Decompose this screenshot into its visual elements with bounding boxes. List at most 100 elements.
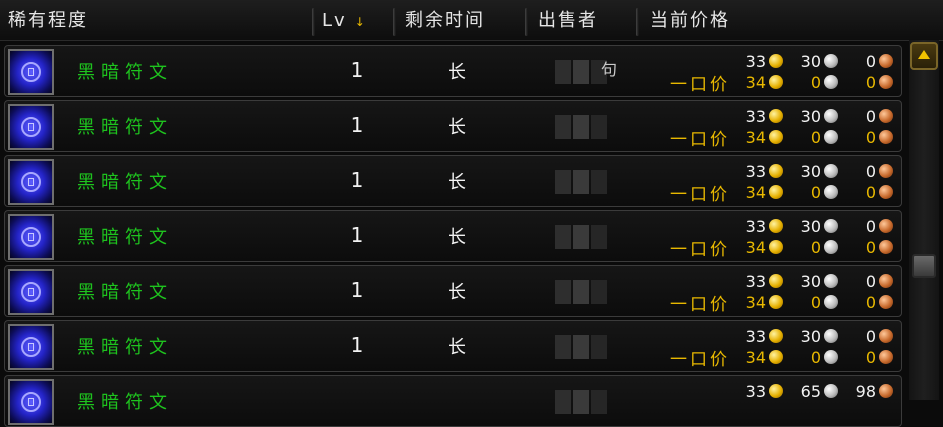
item-level: 1: [350, 113, 364, 137]
item-level: 1: [350, 168, 364, 192]
price-block: 33 30 0 一口价 34 0 0: [645, 50, 895, 95]
auction-row[interactable]: 黑暗符文 1 长句 33 30 0 一口价 34 0 0: [4, 45, 902, 97]
column-level[interactable]: Lv ↓: [322, 6, 365, 36]
buyout-gold: 34: [745, 127, 766, 147]
rune-icon[interactable]: [8, 269, 54, 315]
buyout-copper: 0: [865, 182, 876, 202]
gold-coin-icon: [769, 384, 783, 398]
auction-row[interactable]: 黑暗符文 1 长 33 30 0 一口价 34 0 0: [4, 210, 902, 262]
auction-row[interactable]: 黑暗符文 1 长 33 30 0 一口价 34 0 0: [4, 320, 902, 372]
bid-gold: 33: [745, 106, 766, 126]
buyout-label: 一口价: [670, 239, 730, 260]
rune-icon[interactable]: [8, 49, 54, 95]
gold-coin-icon: [769, 164, 783, 178]
price-block: 33 30 0 一口价 34 0 0: [645, 325, 895, 370]
rune-icon[interactable]: [8, 159, 54, 205]
column-seller[interactable]: 出售者: [538, 6, 598, 36]
gold-coin-icon: [769, 274, 783, 288]
copper-coin-icon: [879, 75, 893, 89]
seller-name-blurred: [551, 115, 621, 139]
column-divider: [312, 8, 315, 36]
copper-coin-icon: [879, 295, 893, 309]
auction-row[interactable]: 黑暗符文 1 长 33 30 0 一口价 34 0 0: [4, 265, 902, 317]
buyout-copper: 0: [865, 347, 876, 367]
buyout-gold: 34: [745, 182, 766, 202]
gold-coin-icon: [769, 75, 783, 89]
bid-silver: 30: [800, 271, 821, 291]
gold-coin-icon: [769, 219, 783, 233]
column-time-left[interactable]: 剩余时间: [405, 6, 485, 36]
rune-icon[interactable]: [8, 379, 54, 425]
column-current-price[interactable]: 当前价格: [650, 6, 730, 36]
auction-row[interactable]: 黑暗符文 33 65 98: [4, 375, 902, 427]
item-level: 1: [350, 278, 364, 302]
bid-copper: 98: [855, 381, 876, 401]
gold-coin-icon: [769, 295, 783, 309]
price-block: 33 30 0 一口价 34 0 0: [645, 270, 895, 315]
buyout-price: 一口价 34 0 0: [670, 237, 895, 260]
scrollbar-thumb[interactable]: [912, 254, 936, 278]
silver-coin-icon: [824, 295, 838, 309]
gold-coin-icon: [769, 240, 783, 254]
buyout-price: 一口价 34 0 0: [670, 292, 895, 315]
time-left: 长: [448, 282, 466, 303]
bid-copper: 0: [865, 216, 876, 236]
column-rarity-label: 稀有程度: [8, 10, 88, 31]
gold-coin-icon: [769, 329, 783, 343]
scrollbar-track[interactable]: [909, 40, 939, 400]
seller-name-tail: 句: [601, 60, 618, 79]
bid-copper: 0: [865, 326, 876, 346]
price-block: 33 30 0 一口价 34 0 0: [645, 105, 895, 150]
bid-silver: 30: [800, 51, 821, 71]
silver-coin-icon: [824, 329, 838, 343]
column-rarity[interactable]: 稀有程度: [8, 6, 88, 36]
item-name[interactable]: 黑暗符文: [77, 278, 173, 304]
item-level: 1: [350, 223, 364, 247]
buyout-price: 一口价 34 0 0: [670, 347, 895, 370]
silver-coin-icon: [824, 75, 838, 89]
item-name[interactable]: 黑暗符文: [77, 168, 173, 194]
buyout-copper: 0: [865, 292, 876, 312]
bid-gold: 33: [745, 161, 766, 181]
bid-price: 33 30 0: [736, 106, 895, 126]
rune-icon[interactable]: [8, 324, 54, 370]
bid-price: 33 30 0: [736, 271, 895, 291]
buyout-silver: 0: [810, 292, 821, 312]
silver-coin-icon: [824, 384, 838, 398]
seller-name-blurred: [551, 170, 621, 194]
time-left: 长: [448, 337, 466, 358]
price-block: 33 30 0 一口价 34 0 0: [645, 215, 895, 260]
bid-silver: 30: [800, 161, 821, 181]
buyout-copper: 0: [865, 237, 876, 257]
scroll-up-arrow-icon[interactable]: [910, 42, 938, 70]
copper-coin-icon: [879, 329, 893, 343]
seller-name-blurred: [551, 390, 621, 414]
item-name[interactable]: 黑暗符文: [77, 113, 173, 139]
auction-row[interactable]: 黑暗符文 1 长 33 30 0 一口价 34 0 0: [4, 100, 902, 152]
bid-gold: 33: [745, 326, 766, 346]
bid-silver: 65: [800, 381, 821, 401]
buyout-label: 一口价: [670, 294, 730, 315]
bid-price: 33 65 98: [736, 381, 895, 401]
buyout-price: 一口价 34 0 0: [670, 127, 895, 150]
bid-silver: 30: [800, 216, 821, 236]
bid-copper: 0: [865, 271, 876, 291]
buyout-label: 一口价: [670, 129, 730, 150]
column-seller-label: 出售者: [538, 10, 598, 31]
item-name[interactable]: 黑暗符文: [77, 333, 173, 359]
silver-coin-icon: [824, 240, 838, 254]
copper-coin-icon: [879, 219, 893, 233]
item-name[interactable]: 黑暗符文: [77, 223, 173, 249]
rune-icon[interactable]: [8, 214, 54, 260]
buyout-price: 一口价 34 0 0: [670, 182, 895, 205]
gold-coin-icon: [769, 130, 783, 144]
buyout-silver: 0: [810, 347, 821, 367]
rune-icon[interactable]: [8, 104, 54, 150]
auction-row[interactable]: 黑暗符文 1 长 33 30 0 一口价 34 0 0: [4, 155, 902, 207]
seller-name-blurred: [551, 225, 621, 249]
item-name[interactable]: 黑暗符文: [77, 58, 173, 84]
silver-coin-icon: [824, 109, 838, 123]
item-name[interactable]: 黑暗符文: [77, 388, 173, 414]
time-left: 长: [448, 172, 466, 193]
bid-copper: 0: [865, 51, 876, 71]
